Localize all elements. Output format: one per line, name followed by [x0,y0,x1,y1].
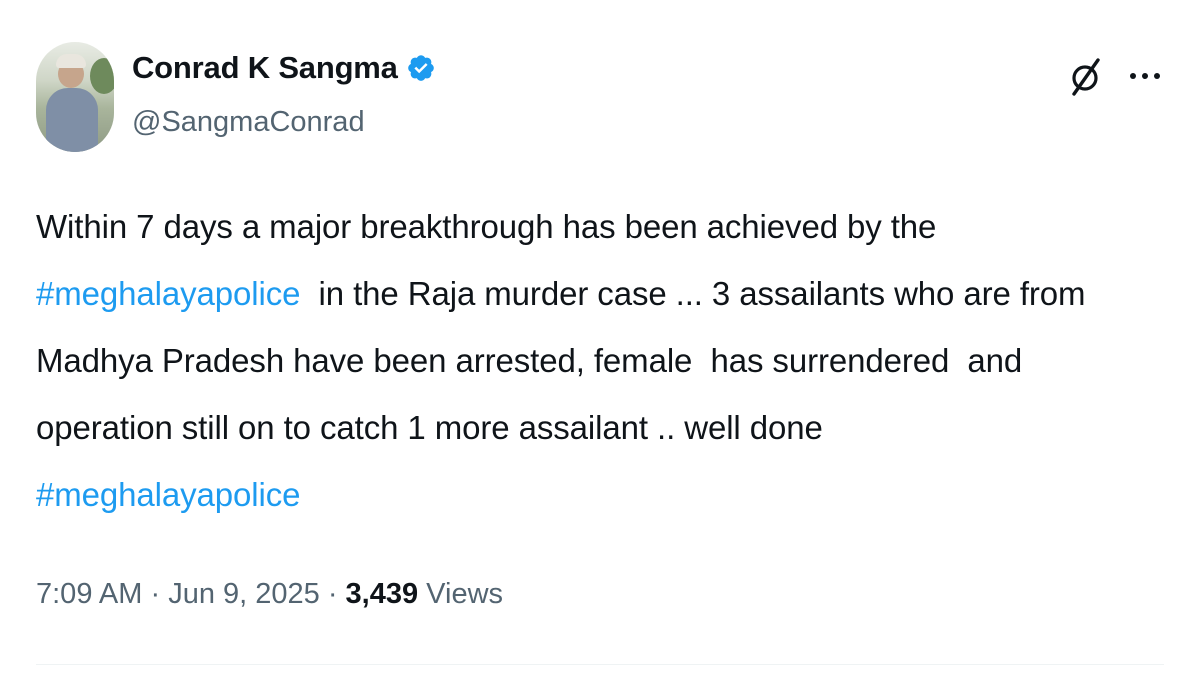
verified-badge-icon [406,53,436,83]
hashtag-link[interactable]: #meghalayapolice [36,275,301,312]
avatar-body [46,88,98,152]
tweet-time[interactable]: 7:09 AM [36,578,142,611]
display-name[interactable]: Conrad K Sangma [132,50,398,86]
tweet-line-2: in the Raja murder case ... 3 assailants… [300,275,1086,312]
tweet-date[interactable]: Jun 9, 2025 [168,578,320,611]
tweet-header: Conrad K Sangma @SangmaConrad [36,38,1164,154]
divider [36,664,1164,665]
views-count: 3,439 [345,578,419,610]
tweet-meta: 7:09 AM · Jun 9, 2025 · 3,439 Views [36,578,503,611]
hashtag-link[interactable]: #meghalayapolice [36,476,301,513]
user-handle[interactable]: @SangmaConrad [132,106,365,139]
tweet-text: Within 7 days a major breakthrough has b… [36,193,1166,528]
tweet-line-1: Within 7 days a major breakthrough has b… [36,208,937,245]
meta-separator: · [142,578,169,610]
avatar[interactable] [36,42,114,152]
name-row: Conrad K Sangma [132,50,436,86]
more-options-icon[interactable] [1126,66,1164,86]
grok-icon[interactable] [1068,56,1104,96]
avatar-cap [56,54,86,68]
meta-separator: · [319,578,346,610]
tweet-line-4: operation still on to catch 1 more assai… [36,409,823,446]
header-actions [1068,56,1164,96]
tweet-card: Conrad K Sangma @SangmaConrad Within 7 d… [0,0,1200,675]
tweet-line-3: Madhya Pradesh have been arrested, femal… [36,342,1023,379]
views-label: Views [418,578,504,610]
avatar-tree [90,58,114,94]
